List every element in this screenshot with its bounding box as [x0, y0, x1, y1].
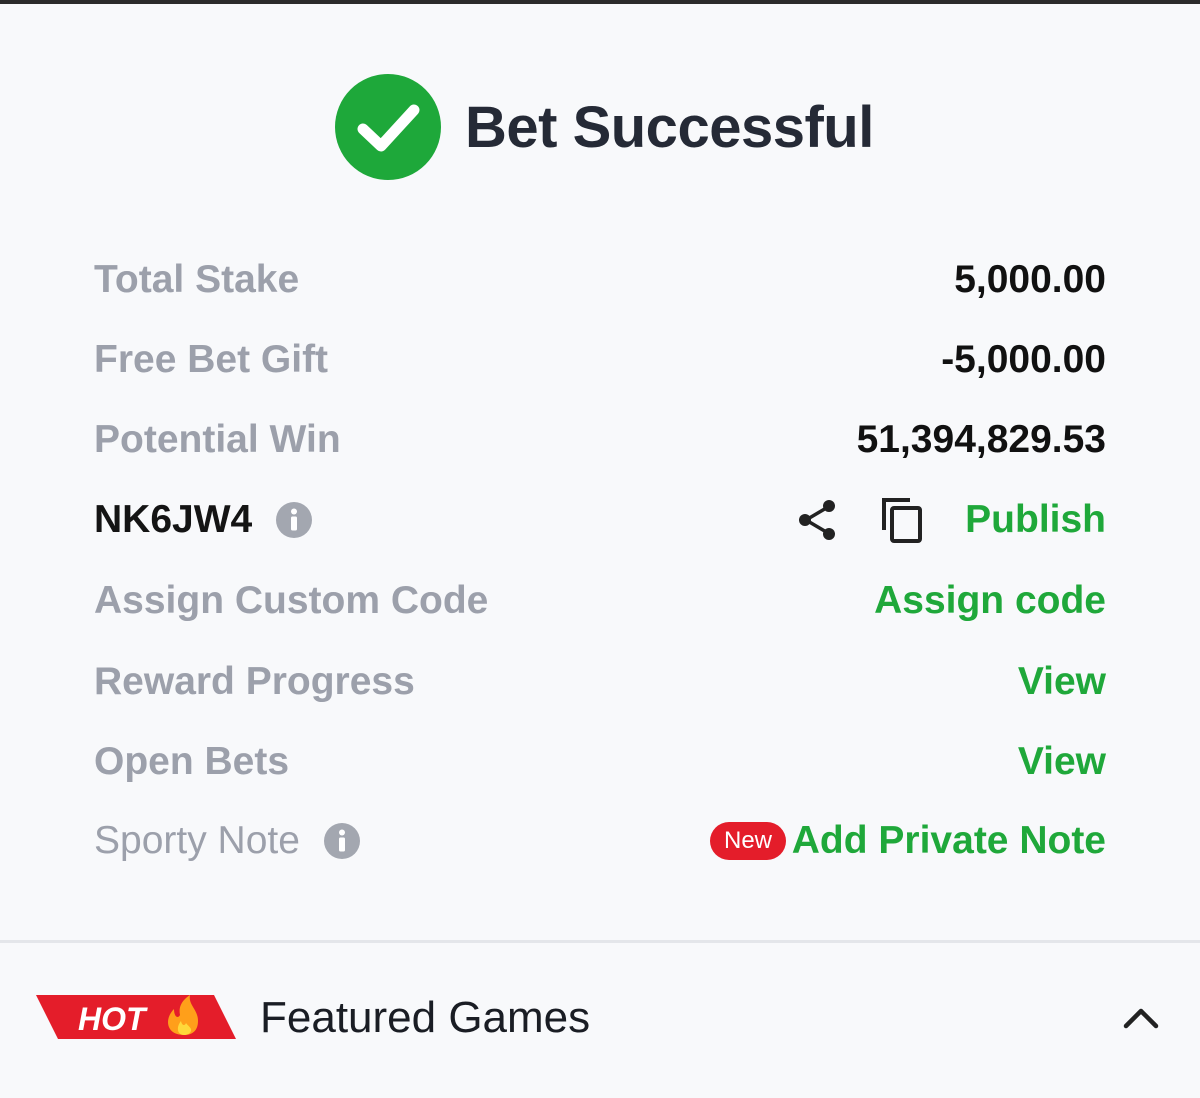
info-icon[interactable] [276, 502, 312, 538]
potential-win-label: Potential Win [94, 418, 341, 461]
free-bet-row: Free Bet Gift -5,000.00 [94, 330, 1106, 390]
success-header: Bet Successful [0, 74, 1200, 182]
assign-code-button[interactable]: Assign code [874, 579, 1106, 623]
top-border [0, 0, 1200, 4]
copy-icon[interactable] [880, 496, 926, 544]
hot-badge: HOT [36, 995, 236, 1039]
custom-code-label: Assign Custom Code [94, 579, 489, 622]
featured-games-header[interactable]: HOT Featured Games [0, 944, 1200, 1098]
reward-progress-label: Reward Progress [94, 660, 415, 703]
sporty-note-label: Sporty Note [94, 819, 300, 862]
reward-view-link[interactable]: View [1018, 660, 1106, 704]
booking-code-row: NK6JW4 Publish [94, 490, 1106, 550]
free-bet-label: Free Bet Gift [94, 338, 329, 381]
new-badge: New [709, 822, 786, 860]
add-private-note-button[interactable]: Add Private Note [792, 819, 1106, 863]
info-icon[interactable] [324, 823, 360, 859]
total-stake-value: 5,000.00 [954, 258, 1106, 301]
open-bets-row: Open Bets View [94, 732, 1106, 792]
reward-progress-row: Reward Progress View [94, 652, 1106, 712]
publish-button[interactable]: Publish [965, 498, 1106, 542]
potential-win-row: Potential Win 51,394,829.53 [94, 410, 1106, 470]
open-bets-view-link[interactable]: View [1018, 740, 1106, 784]
free-bet-value: -5,000.00 [941, 338, 1106, 381]
hot-badge-text: HOT [78, 1001, 148, 1037]
potential-win-value: 51,394,829.53 [856, 418, 1106, 461]
booking-code: NK6JW4 [94, 498, 253, 541]
featured-games-title: Featured Games [260, 993, 591, 1042]
total-stake-row: Total Stake 5,000.00 [94, 250, 1106, 310]
share-icon[interactable] [796, 498, 840, 542]
sporty-note-row: Sporty Note New Add Private Note [94, 811, 1106, 871]
check-circle-icon [335, 74, 441, 180]
chevron-up-icon[interactable] [1122, 1004, 1160, 1032]
open-bets-label: Open Bets [94, 740, 290, 783]
total-stake-label: Total Stake [94, 258, 300, 301]
page-title: Bet Successful [465, 95, 874, 160]
custom-code-row: Assign Custom Code Assign code [94, 571, 1106, 631]
section-divider [0, 940, 1200, 943]
